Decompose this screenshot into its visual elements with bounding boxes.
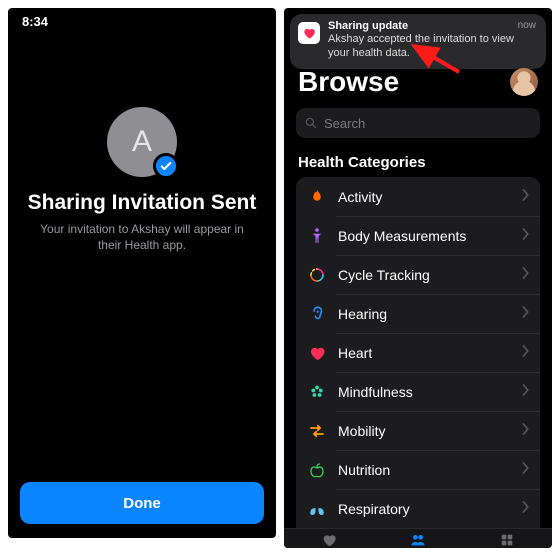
category-row-activity[interactable]: Activity: [296, 177, 540, 216]
search-input[interactable]: [324, 116, 532, 131]
tab-sharing[interactable]: [408, 532, 428, 548]
categories-list: Activity Body Measurements Cycle Trackin…: [296, 177, 540, 548]
search-icon: [304, 116, 318, 130]
contact-avatar: A: [107, 107, 177, 177]
lungs-icon: [306, 500, 328, 518]
category-row-respiratory[interactable]: Respiratory: [296, 489, 540, 528]
status-time: 8:34: [22, 14, 48, 29]
done-button[interactable]: Done: [20, 482, 264, 524]
mobility-icon: [306, 422, 328, 440]
heart-icon: [306, 344, 328, 362]
checkmark-badge-icon: [153, 153, 179, 179]
tab-summary[interactable]: [319, 532, 339, 548]
chevron-right-icon: [522, 383, 530, 401]
category-label: Heart: [338, 345, 522, 361]
chevron-right-icon: [522, 422, 530, 440]
chevron-right-icon: [522, 188, 530, 206]
notification-time: now: [518, 20, 536, 31]
section-title: Health Categories: [284, 148, 552, 177]
category-label: Hearing: [338, 306, 522, 322]
profile-avatar[interactable]: [510, 68, 538, 96]
cycle-icon: [306, 266, 328, 284]
annotation-arrow-icon: [404, 42, 464, 76]
mindfulness-icon: [306, 383, 328, 401]
body-icon: [306, 227, 328, 245]
flame-icon: [306, 188, 328, 206]
category-label: Activity: [338, 189, 522, 205]
chevron-right-icon: [522, 344, 530, 362]
browse-title: Browse: [298, 66, 399, 98]
category-label: Cycle Tracking: [338, 267, 522, 283]
phone-right: Sharing update Akshay accepted the invit…: [284, 8, 552, 548]
category-row-mindfulness[interactable]: Mindfulness: [296, 372, 540, 411]
tab-bar: [284, 528, 552, 548]
category-label: Respiratory: [338, 501, 522, 517]
category-label: Nutrition: [338, 462, 522, 478]
page-subtitle: Your invitation to Akshay will appear in…: [8, 215, 276, 253]
health-app-icon: [298, 22, 320, 44]
apple-icon: [306, 461, 328, 479]
category-row-mobility[interactable]: Mobility: [296, 411, 540, 450]
category-label: Mobility: [338, 423, 522, 439]
category-row-hearing[interactable]: Hearing: [296, 294, 540, 333]
category-label: Mindfulness: [338, 384, 522, 400]
category-row-heart[interactable]: Heart: [296, 333, 540, 372]
notification-title: Sharing update: [328, 20, 538, 33]
category-row-nutrition[interactable]: Nutrition: [296, 450, 540, 489]
chevron-right-icon: [522, 461, 530, 479]
chevron-right-icon: [522, 266, 530, 284]
page-title: Sharing Invitation Sent: [8, 191, 276, 215]
phone-left: 8:34 A Sharing Invitation Sent Your invi…: [8, 8, 276, 538]
status-bar: 8:34: [8, 8, 276, 31]
category-label: Body Measurements: [338, 228, 522, 244]
chevron-right-icon: [522, 227, 530, 245]
chevron-right-icon: [522, 305, 530, 323]
chevron-right-icon: [522, 500, 530, 518]
tab-browse[interactable]: [497, 532, 517, 548]
search-field[interactable]: [296, 108, 540, 138]
ear-icon: [306, 305, 328, 323]
category-row-body[interactable]: Body Measurements: [296, 216, 540, 255]
category-row-cycle[interactable]: Cycle Tracking: [296, 255, 540, 294]
